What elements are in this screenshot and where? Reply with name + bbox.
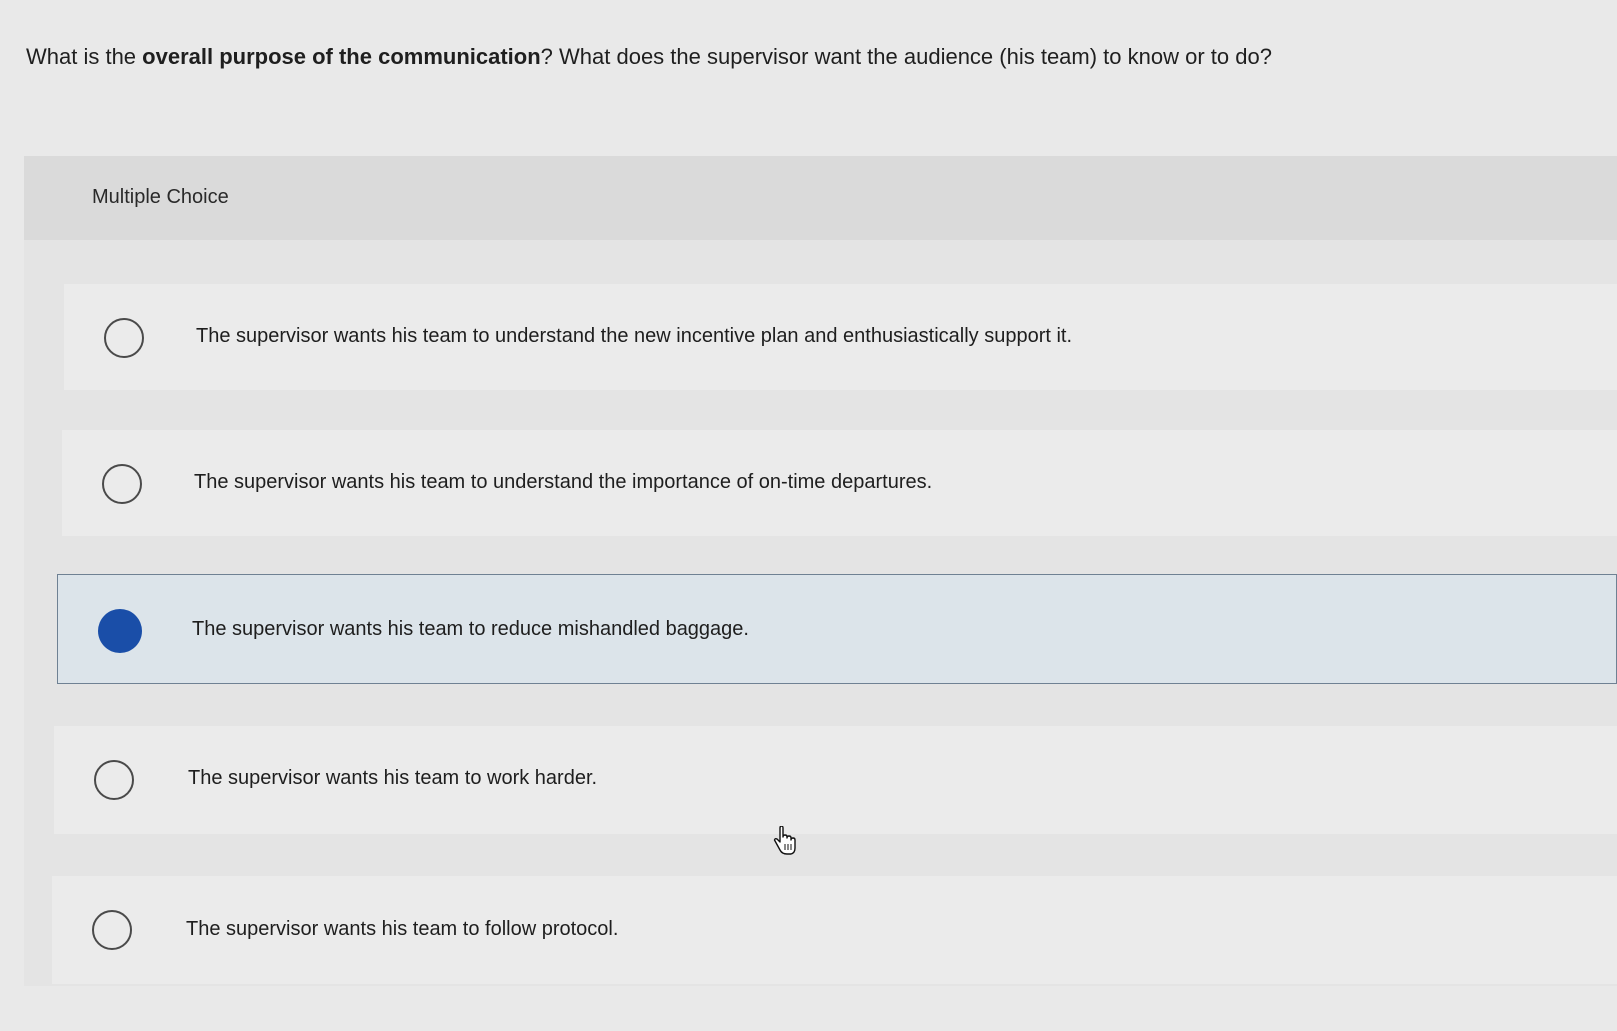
answer-option-4[interactable]: The supervisor wants his team to work ha… bbox=[54, 726, 1617, 834]
radio-button-icon[interactable] bbox=[92, 910, 132, 950]
radio-button-icon[interactable] bbox=[104, 318, 144, 358]
question-emphasis: overall purpose of the communication bbox=[142, 44, 541, 69]
answer-option-label: The supervisor wants his team to follow … bbox=[186, 918, 619, 940]
answer-option-label: The supervisor wants his team to underst… bbox=[194, 471, 933, 493]
hand-pointer-icon bbox=[772, 825, 798, 856]
panel-header: Multiple Choice bbox=[24, 156, 1617, 240]
question-prefix: What is the bbox=[26, 44, 143, 69]
answer-option-label: The supervisor wants his team to underst… bbox=[196, 325, 1073, 347]
answer-option-5[interactable]: The supervisor wants his team to follow … bbox=[52, 876, 1617, 984]
answer-option-1[interactable]: The supervisor wants his team to underst… bbox=[64, 284, 1617, 390]
answer-option-3[interactable]: The supervisor wants his team to reduce … bbox=[57, 574, 1617, 684]
answer-option-2[interactable]: The supervisor wants his team to underst… bbox=[62, 430, 1617, 536]
radio-button-selected-icon[interactable] bbox=[98, 609, 142, 653]
answer-option-label: The supervisor wants his team to work ha… bbox=[188, 767, 598, 789]
answer-option-label: The supervisor wants his team to reduce … bbox=[192, 618, 749, 640]
radio-button-icon[interactable] bbox=[94, 760, 134, 800]
question-suffix: ? What does the supervisor want the audi… bbox=[540, 44, 1272, 69]
question-type-label: Multiple Choice bbox=[92, 186, 229, 208]
radio-button-icon[interactable] bbox=[102, 464, 142, 504]
multiple-choice-panel: Multiple Choice bbox=[24, 156, 1617, 986]
question-text: What is the overall purpose of the commu… bbox=[26, 42, 1272, 72]
